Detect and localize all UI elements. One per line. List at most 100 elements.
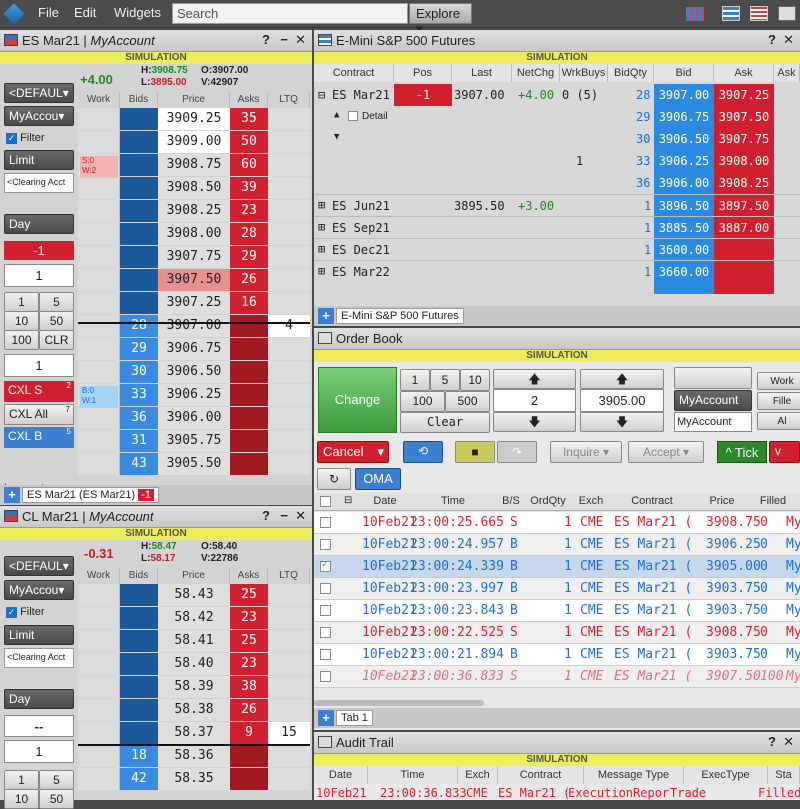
contract-row[interactable]: ⊞ ES Mar22 1 3660.00 bbox=[314, 260, 800, 283]
ask-cell[interactable] bbox=[230, 407, 268, 429]
work-cell[interactable] bbox=[78, 430, 120, 452]
price-cell[interactable]: 58.39 bbox=[158, 676, 230, 698]
account-select[interactable]: MyAccount bbox=[674, 390, 752, 411]
ask-cell[interactable] bbox=[230, 745, 268, 767]
contract-row[interactable]: ⊞ ES Sep21 1 3885.50 3887.00 bbox=[314, 216, 800, 239]
history-icon[interactable]: ⟲ bbox=[403, 441, 443, 463]
order-row[interactable]: 10Feb21 23:00:36.833 S 1 CME ES Mar21 ( … bbox=[314, 666, 800, 688]
filled-filter-button[interactable]: Fille bbox=[757, 392, 800, 410]
oma-button[interactable]: OMA bbox=[355, 468, 401, 490]
bid-cell[interactable] bbox=[120, 108, 158, 130]
ask-cell[interactable]: 26 bbox=[230, 269, 268, 291]
ask-cell[interactable]: 25 bbox=[230, 630, 268, 652]
col-work[interactable]: Work bbox=[78, 568, 120, 584]
tab-1[interactable]: Tab 1 bbox=[336, 710, 373, 726]
futures-col-header[interactable]: Last bbox=[452, 64, 512, 82]
orderbook-col-header[interactable]: Exch bbox=[572, 495, 610, 507]
bid-cell[interactable] bbox=[120, 246, 158, 268]
price-cell[interactable]: 3906.75 bbox=[158, 338, 230, 360]
bid-cell[interactable]: 18 bbox=[120, 745, 158, 767]
work-cell[interactable] bbox=[78, 584, 120, 606]
ask-cell[interactable]: 23 bbox=[230, 200, 268, 222]
orderbook-col-header[interactable]: B/S bbox=[498, 495, 524, 507]
price-cell[interactable]: 58.35 bbox=[158, 768, 230, 790]
price-down-button[interactable]: 🡇 bbox=[580, 412, 664, 432]
qty-10-button[interactable]: 10 bbox=[460, 369, 490, 391]
col-ltq[interactable]: LTQ bbox=[268, 568, 310, 584]
layout-icon[interactable] bbox=[686, 7, 704, 21]
add-tab-button[interactable]: + bbox=[4, 487, 20, 503]
filter-checkbox[interactable]: ✓ Filter bbox=[6, 132, 45, 144]
audit-col-header[interactable]: Exch bbox=[458, 766, 498, 784]
account-placeholder-button[interactable] bbox=[674, 367, 752, 389]
contract-row[interactable]: ⊞ ES Jun21 3895.50 +3.00 1 3896.50 3897.… bbox=[314, 194, 800, 217]
orderbook-col-header[interactable]: Date bbox=[362, 495, 408, 507]
price-cell[interactable]: 3908.00 bbox=[158, 223, 230, 245]
ask-cell[interactable] bbox=[230, 384, 268, 406]
qty-50-button[interactable]: 50 bbox=[39, 789, 74, 809]
ask-cell[interactable]: 26 bbox=[230, 699, 268, 721]
work-cell[interactable] bbox=[78, 361, 120, 383]
price-cell[interactable]: 3906.25 bbox=[158, 384, 230, 406]
expand-down-icon[interactable]: ▼ bbox=[334, 132, 339, 142]
work-cell[interactable] bbox=[78, 223, 120, 245]
price-cell[interactable]: 3907.50 bbox=[158, 269, 230, 291]
contract-row[interactable]: ⊞ ES Dec21 1 3600.00 bbox=[314, 238, 800, 261]
bid-cell[interactable] bbox=[120, 607, 158, 629]
work-cell[interactable] bbox=[78, 699, 120, 721]
quantity-input[interactable]: 1 bbox=[4, 740, 74, 763]
ask-cell[interactable]: 25 bbox=[230, 584, 268, 606]
work-cell[interactable] bbox=[78, 676, 120, 698]
qty-down-button[interactable]: 🡇 bbox=[493, 412, 576, 432]
work-cell[interactable] bbox=[78, 745, 120, 767]
close-icon[interactable]: ✕ bbox=[295, 508, 306, 524]
futures-col-header[interactable]: Pos bbox=[394, 64, 452, 82]
work-cell[interactable] bbox=[78, 177, 120, 199]
price-up-button[interactable]: 🡅 bbox=[580, 369, 664, 389]
bid-cell[interactable] bbox=[120, 131, 158, 153]
bid-cell[interactable]: 43 bbox=[120, 453, 158, 475]
order-checkbox[interactable] bbox=[320, 605, 331, 616]
ask-cell[interactable]: 28 bbox=[230, 223, 268, 245]
ask-cell[interactable]: 23 bbox=[230, 607, 268, 629]
work-cell[interactable] bbox=[78, 200, 120, 222]
col-price[interactable]: Price bbox=[158, 568, 230, 584]
work-cell[interactable] bbox=[78, 768, 120, 790]
minimize-icon[interactable]: − bbox=[280, 32, 288, 47]
work-cell[interactable] bbox=[78, 292, 120, 314]
col-bids[interactable]: Bids bbox=[120, 568, 158, 584]
order-checkbox[interactable] bbox=[320, 627, 331, 638]
close-icon[interactable]: ✕ bbox=[295, 32, 306, 48]
order-row[interactable]: ✓ 10Feb21 23:00:24.339 B 1 CME ES Mar21 … bbox=[314, 556, 800, 578]
qty-5-button[interactable]: 5 bbox=[430, 369, 460, 391]
window-icon[interactable] bbox=[778, 6, 796, 21]
detail-checkbox[interactable] bbox=[348, 111, 358, 121]
qty-10-button[interactable]: 10 bbox=[4, 789, 39, 809]
ask-cell[interactable] bbox=[230, 338, 268, 360]
order-row[interactable]: 10Feb21 23:00:23.997 B 1 CME ES Mar21 ( … bbox=[314, 578, 800, 600]
expand-icon[interactable]: ⊞ bbox=[318, 264, 325, 278]
work-cell[interactable] bbox=[78, 246, 120, 268]
horizontal-scrollbar[interactable] bbox=[314, 700, 484, 706]
order-type-select[interactable]: Limit bbox=[4, 625, 74, 645]
cancel-all-button[interactable]: CXL All 7 bbox=[4, 404, 74, 425]
quantity-input-2[interactable]: 1 bbox=[4, 354, 74, 377]
price-cell[interactable]: 58.38 bbox=[158, 699, 230, 721]
bid-cell[interactable] bbox=[120, 223, 158, 245]
add-tab-button[interactable]: + bbox=[318, 710, 334, 726]
audit-col-header[interactable]: Message Type bbox=[584, 766, 684, 784]
all-filter-button[interactable]: Al bbox=[757, 412, 800, 430]
menu-widgets[interactable]: Widgets bbox=[114, 5, 161, 20]
ask-cell[interactable]: 38 bbox=[230, 676, 268, 698]
price-cell[interactable]: 3907.00 bbox=[158, 315, 230, 337]
order-type-select[interactable]: Limit bbox=[4, 150, 74, 170]
futures-tab[interactable]: E-Mini S&P 500 Futures bbox=[336, 308, 464, 324]
work-cell[interactable] bbox=[78, 131, 120, 153]
bid-cell[interactable]: 33 bbox=[120, 384, 158, 406]
close-icon[interactable]: ✕ bbox=[783, 32, 794, 48]
price-cell[interactable]: 58.41 bbox=[158, 630, 230, 652]
clearing-account-field[interactable]: <Clearing Acct bbox=[4, 648, 74, 668]
order-price-input[interactable]: 3905.00 bbox=[580, 389, 664, 412]
bid-cell[interactable]: 30 bbox=[120, 361, 158, 383]
bid-cell[interactable] bbox=[120, 676, 158, 698]
